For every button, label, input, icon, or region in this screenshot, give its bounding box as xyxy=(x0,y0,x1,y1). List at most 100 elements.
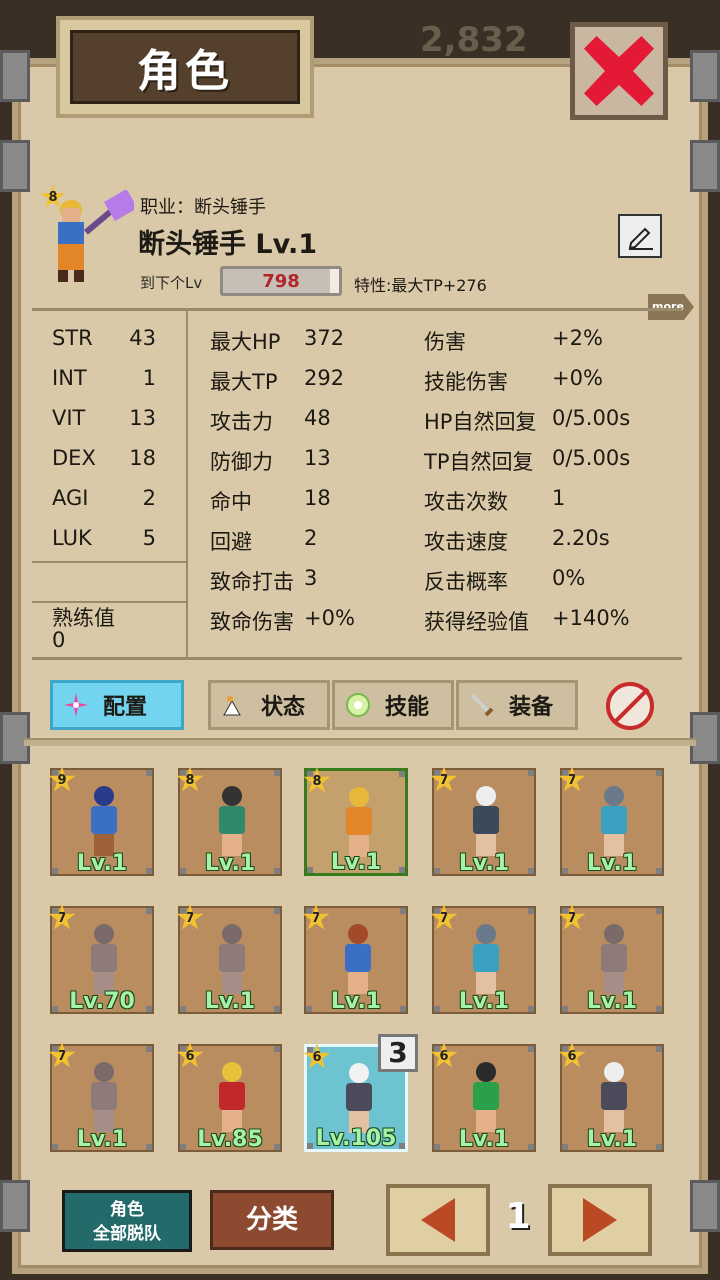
hero-name: 断头锤手 Lv.1 xyxy=(138,229,318,260)
character-card[interactable]: 6 Lv.85 xyxy=(176,1042,282,1152)
card-corner xyxy=(434,770,440,776)
card-stars: 6 xyxy=(185,1048,195,1064)
stat-name: 攻击次数 xyxy=(424,490,508,514)
card-corner xyxy=(274,1046,280,1052)
next-level-label: 到下个Lv xyxy=(140,274,203,292)
character-sprite xyxy=(464,786,508,858)
close-button[interactable] xyxy=(570,22,668,120)
card-stars: 6 xyxy=(312,1049,322,1065)
stat-value: 2 xyxy=(142,486,156,510)
character-card[interactable]: 7 Lv.1 xyxy=(430,904,536,1014)
title-plate: 角色 xyxy=(56,16,314,118)
stat-value: 0% xyxy=(552,566,586,590)
coin-count: 2,832 xyxy=(420,20,528,60)
card-corner xyxy=(52,908,58,914)
stat-name: 攻击速度 xyxy=(424,530,508,554)
character-sprite xyxy=(592,1062,636,1134)
card-corner xyxy=(307,771,313,777)
card-level: Lv.85 xyxy=(197,1127,263,1152)
card-level: Lv.1 xyxy=(330,989,382,1014)
stat-value: +0% xyxy=(552,366,603,390)
stat-value: 18 xyxy=(304,486,331,510)
character-sprite xyxy=(210,786,254,858)
card-corner xyxy=(528,1046,534,1052)
character-card[interactable]: 7 Lv.1 xyxy=(430,766,536,876)
card-stars: 6 xyxy=(567,1048,577,1064)
job-label: 职业：断头锤手 xyxy=(140,197,266,218)
frame-rivet xyxy=(690,50,720,102)
tab-config-label: 配置 xyxy=(103,695,148,720)
character-sprite xyxy=(210,1062,254,1134)
clear-config-button[interactable] xyxy=(606,682,654,730)
card-corner xyxy=(274,770,280,776)
card-level: Lv.70 xyxy=(69,989,135,1014)
card-corner xyxy=(434,908,440,914)
card-corner xyxy=(528,770,534,776)
card-level: Lv.1 xyxy=(586,1127,638,1152)
character-sprite xyxy=(592,786,636,858)
stat-name: 防御力 xyxy=(210,450,273,474)
sparkle-icon xyxy=(61,690,91,720)
card-level: Lv.1 xyxy=(586,851,638,876)
prev-page-button[interactable] xyxy=(386,1184,490,1256)
character-card[interactable]: 6 Lv.1 xyxy=(430,1042,536,1152)
card-corner xyxy=(656,770,662,776)
tab-equipment[interactable]: 装备 xyxy=(456,680,578,730)
stat-value: 0/5.00s xyxy=(552,406,631,430)
character-sprite xyxy=(464,924,508,996)
character-card[interactable]: 7 Lv.1 xyxy=(558,904,664,1014)
card-corner xyxy=(656,908,662,914)
card-stars: 8 xyxy=(312,773,322,789)
tab-status[interactable]: 状态 xyxy=(208,680,330,730)
stat-value: 5 xyxy=(142,526,156,550)
tab-equipment-label: 装备 xyxy=(509,695,554,720)
character-sprite xyxy=(337,787,381,859)
character-card[interactable]: 7 Lv.1 xyxy=(558,766,664,876)
card-corner xyxy=(400,908,406,914)
character-sprite xyxy=(82,786,126,858)
card-corner xyxy=(146,908,152,914)
stat-value: 43 xyxy=(129,326,156,350)
card-stars: 7 xyxy=(567,772,577,788)
sort-button[interactable]: 分类 xyxy=(210,1190,334,1250)
card-stars: 7 xyxy=(439,772,449,788)
page-title: 角色 xyxy=(70,30,300,104)
rename-button[interactable] xyxy=(618,214,662,258)
stat-name: 最大HP xyxy=(210,330,281,354)
tab-skills[interactable]: 技能 xyxy=(332,680,454,730)
character-card[interactable]: 8 Lv.1 xyxy=(303,767,408,876)
character-sprite xyxy=(592,924,636,996)
character-card[interactable]: 8 Lv.1 xyxy=(176,766,282,876)
next-page-button[interactable] xyxy=(548,1184,652,1256)
character-card[interactable]: 7 Lv.70 xyxy=(48,904,154,1014)
proficiency-value: 0 xyxy=(52,628,66,652)
character-card[interactable]: 7 Lv.1 xyxy=(176,904,282,1014)
stat-name: AGI xyxy=(52,486,89,510)
card-corner xyxy=(399,771,405,777)
character-card[interactable]: 7 Lv.1 xyxy=(302,904,408,1014)
card-level: Lv.1 xyxy=(330,850,382,875)
stat-name: STR xyxy=(52,326,93,350)
stat-name: LUK xyxy=(52,526,92,550)
stat-value: 13 xyxy=(304,446,331,470)
character-card[interactable]: 9 Lv.1 xyxy=(48,766,154,876)
status-icon xyxy=(219,690,249,720)
card-stars: 7 xyxy=(439,910,449,926)
card-stars: 7 xyxy=(57,910,67,926)
stat-name: 技能伤害 xyxy=(424,370,508,394)
pencil-icon xyxy=(628,227,653,250)
stat-name: 获得经验值 xyxy=(424,610,529,634)
tab-config[interactable]: 配置 xyxy=(50,680,184,730)
leave-all-button[interactable]: 角色 全部脱队 xyxy=(62,1190,192,1252)
stat-value: 0/5.00s xyxy=(552,446,631,470)
stat-name: 回避 xyxy=(210,530,252,554)
stat-value: 372 xyxy=(304,326,345,350)
card-level: Lv.1 xyxy=(458,989,510,1014)
frame-rivet xyxy=(0,50,30,102)
card-stars: 7 xyxy=(567,910,577,926)
sword-icon xyxy=(467,690,497,720)
character-card[interactable]: 6 Lv.1 xyxy=(558,1042,664,1152)
card-corner xyxy=(180,770,186,776)
stat-name: HP自然回复 xyxy=(424,410,537,434)
character-card[interactable]: 7 Lv.1 xyxy=(48,1042,154,1152)
